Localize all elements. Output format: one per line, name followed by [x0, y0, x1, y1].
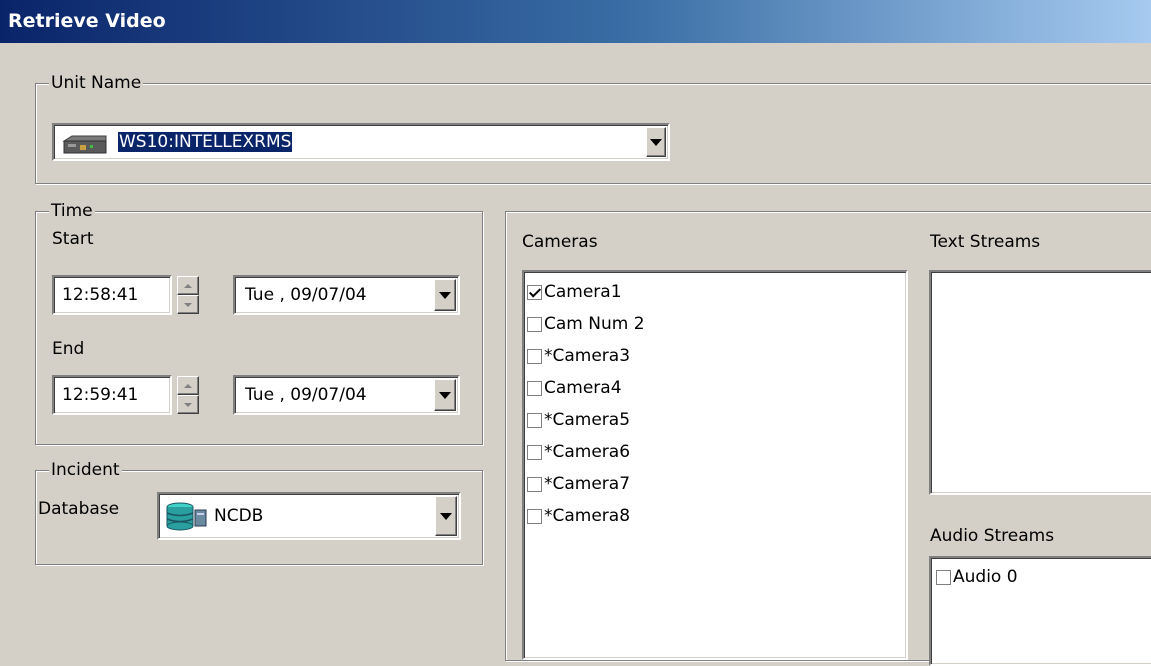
camera-checkbox[interactable]	[527, 508, 542, 524]
end-label: End	[52, 339, 85, 359]
list-item[interactable]: Camera4	[527, 376, 622, 400]
chevron-down-icon	[440, 512, 452, 520]
unit-name-legend: Unit Name	[49, 73, 144, 93]
camera-checkbox[interactable]	[527, 316, 542, 332]
audio-checkbox[interactable]	[936, 569, 951, 585]
spin-up-icon	[184, 383, 192, 388]
start-time-field[interactable]: 12:58:41	[52, 275, 172, 315]
database-label: Database	[38, 499, 120, 519]
spin-down-icon	[184, 402, 192, 407]
start-time-value: 12:58:41	[62, 285, 139, 305]
camera-label: *Camera8	[544, 506, 631, 526]
audio-label: Audio 0	[953, 567, 1018, 587]
database-icon	[164, 502, 208, 532]
start-date-combobox[interactable]: Tue , 09/07/04	[233, 275, 460, 315]
cameras-list[interactable]: Camera1 Cam Num 2 *Camera3 Camera4 *Came…	[522, 270, 908, 660]
chevron-down-icon	[439, 391, 451, 399]
camera-label: *Camera7	[544, 474, 631, 494]
window-title-bar[interactable]: Retrieve Video	[0, 0, 1151, 43]
text-streams-list[interactable]	[929, 270, 1151, 495]
camera-checkbox[interactable]	[527, 380, 542, 396]
time-legend: Time	[49, 201, 95, 221]
cameras-label: Cameras	[522, 232, 598, 252]
incident-legend: Incident	[49, 460, 122, 480]
list-item[interactable]: *Camera6	[527, 440, 630, 464]
spin-down-icon	[184, 302, 192, 307]
camera-checkbox[interactable]	[527, 412, 542, 428]
database-dropdown-button[interactable]	[435, 496, 457, 536]
start-date-dropdown-button[interactable]	[434, 279, 456, 311]
audio-streams-list[interactable]: Audio 0	[929, 556, 1151, 666]
camera-label: *Camera6	[544, 442, 631, 462]
camera-checkbox[interactable]	[527, 348, 542, 364]
end-time-value: 12:59:41	[62, 385, 139, 405]
camera-checkbox[interactable]	[527, 476, 542, 492]
camera-label: Cam Num 2	[544, 314, 645, 334]
list-item[interactable]: *Camera8	[527, 504, 630, 528]
camera-checkbox[interactable]	[527, 444, 542, 460]
start-label: Start	[52, 229, 94, 249]
database-combobox[interactable]: NCDB	[157, 492, 461, 540]
end-date-combobox[interactable]: Tue , 09/07/04	[233, 375, 460, 415]
end-time-field[interactable]: 12:59:41	[52, 375, 172, 415]
unit-name-value: WS10:INTELLEXRMS	[118, 132, 293, 152]
list-item[interactable]: Camera1	[527, 280, 622, 304]
end-time-spin-up[interactable]	[177, 376, 199, 395]
camera-label: *Camera5	[544, 410, 631, 430]
end-date-dropdown-button[interactable]	[434, 379, 456, 411]
list-item[interactable]: *Camera7	[527, 472, 630, 496]
unit-name-combobox[interactable]: WS10:INTELLEXRMS	[52, 123, 670, 161]
dvr-unit-icon	[60, 135, 110, 155]
camera-checkbox[interactable]	[527, 284, 542, 300]
list-item[interactable]: Cam Num 2	[527, 312, 645, 336]
chevron-down-icon	[439, 291, 451, 299]
text-streams-label: Text Streams	[930, 232, 1041, 252]
list-item[interactable]: Audio 0	[936, 565, 1018, 589]
database-value: NCDB	[214, 506, 264, 526]
list-item[interactable]: *Camera3	[527, 344, 630, 368]
start-time-spin-up[interactable]	[177, 276, 199, 295]
camera-label: Camera4	[544, 378, 622, 398]
camera-label: Camera1	[544, 282, 622, 302]
start-time-spin-down[interactable]	[177, 295, 199, 314]
list-item[interactable]: *Camera5	[527, 408, 630, 432]
chevron-down-icon	[650, 138, 662, 146]
end-date-value: Tue , 09/07/04	[245, 385, 367, 405]
end-time-spin-down[interactable]	[177, 395, 199, 414]
spin-up-icon	[184, 283, 192, 288]
start-date-value: Tue , 09/07/04	[245, 285, 367, 305]
window-title: Retrieve Video	[8, 10, 166, 32]
camera-label: *Camera3	[544, 346, 631, 366]
unit-name-dropdown-button[interactable]	[646, 127, 666, 157]
audio-streams-label: Audio Streams	[930, 526, 1055, 546]
